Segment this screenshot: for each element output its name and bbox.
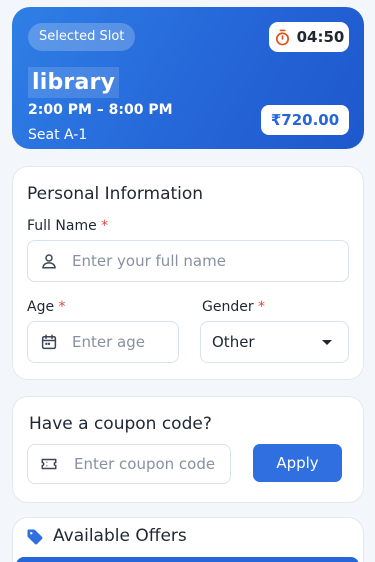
countdown-timer: 04:50 bbox=[269, 22, 349, 52]
coupon-title: Have a coupon code? bbox=[29, 414, 212, 434]
full-name-label: Full Name * bbox=[27, 218, 109, 234]
gender-select[interactable]: Other bbox=[200, 321, 349, 363]
seat-label: Seat A-1 bbox=[28, 127, 88, 143]
gender-value: Other bbox=[212, 333, 255, 351]
required-mark: * bbox=[258, 299, 266, 315]
person-icon bbox=[42, 254, 56, 269]
chevron-down-icon bbox=[322, 339, 332, 345]
age-label: Age * bbox=[27, 299, 66, 315]
apply-coupon-button[interactable]: Apply bbox=[253, 444, 342, 482]
available-offers-title: Available Offers bbox=[53, 526, 187, 546]
gender-label: Gender * bbox=[202, 299, 266, 315]
bottom-action-bar[interactable] bbox=[16, 557, 359, 562]
available-offers-card[interactable]: Available Offers bbox=[12, 517, 364, 562]
selected-slot-card: Selected Slot 04:50 library 2:00 PM – 8:… bbox=[12, 7, 364, 149]
coupon-placeholder: Enter coupon code bbox=[74, 455, 216, 473]
selected-slot-badge: Selected Slot bbox=[28, 23, 136, 51]
venue-name: library bbox=[28, 67, 120, 98]
full-name-field[interactable]: Enter your full name bbox=[27, 240, 349, 282]
coupon-card: Have a coupon code? Enter coupon code Ap… bbox=[12, 396, 364, 503]
full-name-placeholder: Enter your full name bbox=[72, 252, 226, 270]
age-placeholder: Enter age bbox=[72, 333, 145, 351]
ticket-icon bbox=[41, 458, 57, 470]
slot-time-range: 2:00 PM – 8:00 PM bbox=[28, 102, 173, 118]
required-mark: * bbox=[58, 299, 66, 315]
coupon-input[interactable]: Enter coupon code bbox=[27, 444, 231, 484]
tag-icon bbox=[27, 529, 43, 545]
timer-value: 04:50 bbox=[296, 28, 345, 46]
price-badge: ₹720.00 bbox=[261, 105, 349, 135]
personal-info-title: Personal Information bbox=[27, 184, 204, 204]
timer-icon bbox=[275, 29, 289, 45]
age-field[interactable]: Enter age bbox=[27, 321, 179, 363]
calendar-icon bbox=[41, 334, 57, 350]
required-mark: * bbox=[101, 218, 109, 234]
personal-info-card: Personal Information Full Name * Enter y… bbox=[12, 166, 364, 380]
